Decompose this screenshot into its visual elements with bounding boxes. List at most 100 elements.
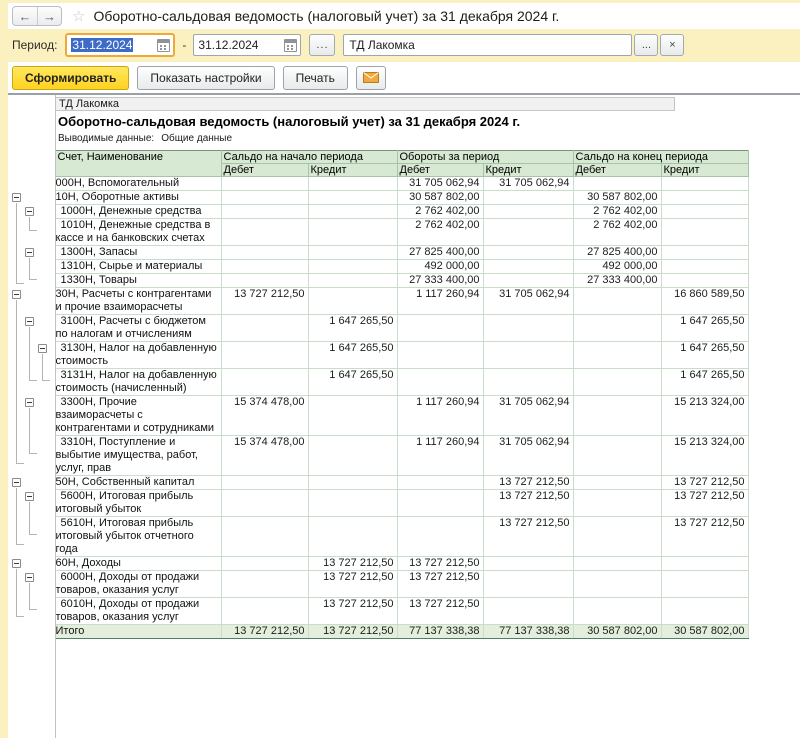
collapse-group-button[interactable] [25, 398, 34, 407]
amount-cell: 15 374 478,00 [221, 396, 308, 436]
tree-line [29, 327, 30, 342]
tree-line-corner [16, 283, 24, 284]
amount-cell [221, 205, 308, 219]
forward-button[interactable]: → [37, 7, 61, 25]
amount-cell: 31 705 062,94 [483, 436, 573, 476]
total-label-cell: Итого [55, 625, 221, 639]
amount-cell [308, 260, 397, 274]
amount-cell: 13 727 212,50 [483, 490, 573, 517]
collapse-group-button[interactable] [25, 317, 34, 326]
amount-cell [573, 598, 661, 625]
table-row: 3310Н, Поступление и выбытие имущества, … [8, 436, 748, 476]
favorites-star-icon[interactable]: ☆ [72, 9, 85, 24]
calendar-icon[interactable] [157, 39, 170, 52]
amount-cell [661, 177, 748, 191]
amount-cell [308, 288, 397, 315]
tree-gutter-cell [8, 205, 55, 219]
amount-cell [308, 436, 397, 476]
show-settings-button[interactable]: Показать настройки [137, 66, 274, 90]
column-account: Счет, Наименование [55, 151, 221, 177]
amount-cell: 15 374 478,00 [221, 436, 308, 476]
period-to-input[interactable]: 31.12.2024 [193, 34, 301, 56]
generate-button[interactable]: Сформировать [12, 66, 129, 90]
amount-cell: 31 705 062,94 [483, 288, 573, 315]
collapse-group-button[interactable] [12, 193, 21, 202]
tree-gutter-cell [8, 476, 55, 490]
amount-cell [308, 517, 397, 557]
print-button[interactable]: Печать [283, 66, 348, 90]
collapse-group-button[interactable] [12, 559, 21, 568]
send-email-button[interactable] [356, 66, 386, 90]
amount-cell [483, 342, 573, 369]
account-name-cell: 6010Н, Доходы от продажи товаров, оказан… [55, 598, 221, 625]
collapse-group-button[interactable] [25, 248, 34, 257]
back-button[interactable]: ← [13, 7, 37, 25]
amount-cell: 2 762 402,00 [397, 219, 483, 246]
subcolumn-credit: Кредит [483, 164, 573, 177]
amount-cell [397, 342, 483, 369]
period-to-value: 31.12.2024 [198, 38, 280, 52]
collapse-group-button[interactable] [12, 478, 21, 487]
subcolumn-debit: Дебет [221, 164, 308, 177]
amount-cell [308, 476, 397, 490]
back-arrow-icon: ← [19, 9, 32, 24]
column-opening-balance: Сальдо на начало периода [221, 151, 397, 164]
table-header: Счет, Наименование Сальдо на начало пери… [8, 151, 748, 177]
amount-cell [483, 369, 573, 396]
amount-cell [221, 219, 308, 246]
tree-line [16, 490, 17, 517]
tree-line [16, 315, 17, 342]
tree-gutter-cell [8, 396, 55, 436]
amount-cell: 13 727 212,50 [308, 598, 397, 625]
amount-cell: 13 727 212,50 [483, 517, 573, 557]
tree-gutter-cell [8, 490, 55, 517]
tree-line [16, 369, 17, 396]
tree-line-corner [16, 616, 24, 617]
tree-line [29, 583, 30, 598]
collapse-group-button[interactable] [25, 492, 34, 501]
tree-line [16, 396, 17, 436]
organization-select-button[interactable]: ... [634, 34, 658, 56]
collapse-group-button[interactable] [12, 290, 21, 299]
collapse-group-button[interactable] [25, 573, 34, 582]
calendar-icon[interactable] [284, 39, 297, 52]
tree-gutter-cell [8, 177, 55, 191]
tree-line-corner [16, 463, 24, 464]
amount-cell [221, 246, 308, 260]
period-variant-button[interactable]: ... [309, 34, 335, 56]
tree-line [16, 436, 17, 465]
period-from-input[interactable]: 31.12.2024 [65, 33, 175, 57]
amount-cell [573, 369, 661, 396]
amount-cell [221, 598, 308, 625]
tree-line-corner [29, 230, 37, 231]
tree-gutter-cell [8, 191, 55, 205]
amount-cell [483, 571, 573, 598]
subcolumn-debit: Дебет [397, 164, 483, 177]
amount-cell: 492 000,00 [573, 260, 661, 274]
tree-line [29, 408, 30, 436]
amount-cell: 1 647 265,50 [308, 315, 397, 342]
amount-cell: 13 727 212,50 [221, 288, 308, 315]
account-name-cell: 30Н, Расчеты с контрагентами и прочие вз… [55, 288, 221, 315]
amount-cell [221, 260, 308, 274]
amount-cell: 13 727 212,50 [308, 625, 397, 639]
table-row: 1000Н, Денежные средства2 762 402,002 76… [8, 205, 748, 219]
window-title: Оборотно-сальдовая ведомость (налоговый … [93, 8, 559, 24]
account-name-cell: 3100Н, Расчеты с бюджетом по налогам и о… [55, 315, 221, 342]
tree-gutter-cell [8, 571, 55, 598]
tree-gutter-cell [8, 342, 55, 369]
table-row: 6000Н, Доходы от продажи товаров, оказан… [8, 571, 748, 598]
table-row: 60Н, Доходы13 727 212,5013 727 212,50 [8, 557, 748, 571]
organization-input[interactable]: ТД Лакомка [343, 34, 632, 56]
amount-cell: 31 705 062,94 [397, 177, 483, 191]
tree-line [29, 436, 30, 454]
collapse-group-button[interactable] [38, 344, 47, 353]
table-row: 3300Н, Прочие взаиморасчеты с контрагент… [8, 396, 748, 436]
account-name-cell: 000Н, Вспомогательный [55, 177, 221, 191]
organization-clear-button[interactable]: × [660, 34, 684, 56]
amount-cell: 1 647 265,50 [308, 369, 397, 396]
amount-cell: 16 860 589,50 [661, 288, 748, 315]
account-name-cell: 5610Н, Итоговая прибыль итоговый убыток … [55, 517, 221, 557]
account-name-cell: 5600Н, Итоговая прибыль итоговый убыток [55, 490, 221, 517]
collapse-group-button[interactable] [25, 207, 34, 216]
